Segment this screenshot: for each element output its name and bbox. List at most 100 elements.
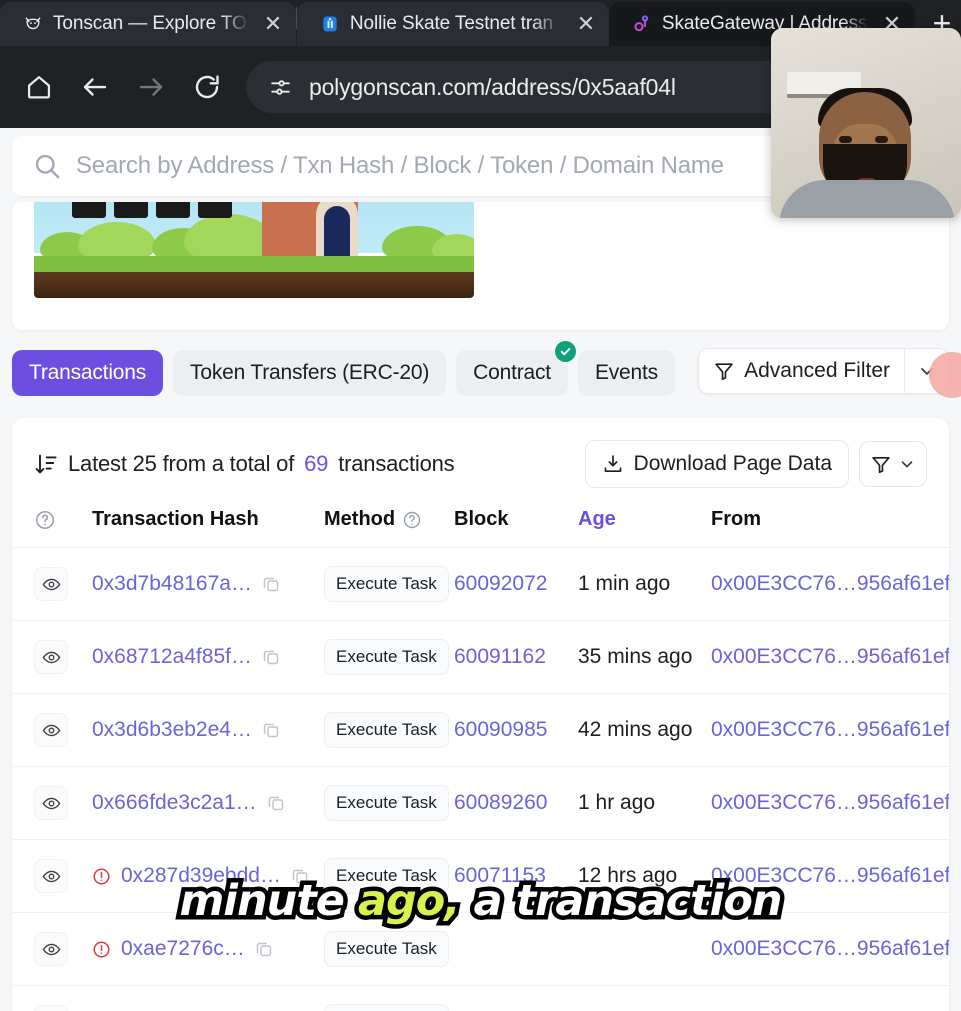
method-chip[interactable]: Execute Task [324,785,449,821]
copy-icon[interactable] [254,939,274,959]
method-chip[interactable]: Execute Task [324,858,449,894]
tab-contract[interactable]: Contract [456,341,576,396]
block-cell[interactable]: 60071153 [454,864,578,888]
from-cell: 0x00E3CC76…956af61ef [711,572,949,596]
advanced-filter-label: Advanced Filter [744,359,890,382]
method-cell: Execute Task [324,858,454,894]
eye-icon[interactable] [34,640,68,674]
age-cell: 42 mins ago [578,718,693,741]
method-chip[interactable]: Execute Task [324,566,449,602]
column-method[interactable]: Method [324,508,454,531]
table-row[interactable]: 0x287d39ebdd… Execute Task 60071153 12 hrs … [12,840,949,913]
table-row[interactable]: 0x68712a4f85f… Execute Task 60091162 35 min… [12,621,949,694]
transaction-hash-link[interactable]: 0x3d6b3eb2e4… [92,718,252,742]
table-row[interactable]: 0x3d7b48167a… Execute Task 60092072 1 min a… [12,548,949,621]
from-address-link[interactable]: 0x00E3CC76…956af61ef [711,645,949,669]
close-icon[interactable]: ✕ [571,9,601,39]
from-address-link[interactable]: 0x00E3CC76…956af61ef [711,937,949,961]
table-filter-button[interactable] [859,441,927,487]
warning-icon [92,867,112,886]
from-address-link[interactable]: 0x00E3CC76…956af61ef [711,791,949,815]
column-block[interactable]: Block [454,508,578,531]
home-icon[interactable] [14,62,64,112]
transaction-hash-link[interactable]: 0x3d7b48167a… [92,572,252,596]
block-cell[interactable]: 60089260 [454,791,578,815]
screen-root: Tonscan — Explore TON ✕ Nollie Skate Tes… [0,0,961,1011]
table-row[interactable]: 0x3d6b3eb2e4… Execute Task 60090985 42 mins… [12,694,949,767]
tab-token-transfers[interactable]: Token Transfers (ERC-20) [173,350,447,396]
copy-icon[interactable] [261,574,281,594]
copy-icon[interactable] [261,720,281,740]
advanced-filter-button[interactable]: Advanced Filter [699,349,904,393]
method-info-icon[interactable] [402,510,422,530]
eye-icon[interactable] [34,786,68,820]
from-cell: 0x00E3CC76…956af61ef [711,864,949,888]
transaction-hash-link[interactable]: 0x287d39ebdd… [121,864,281,888]
age-cell: 35 mins ago [578,645,693,668]
warning-icon [92,940,112,959]
block-cell[interactable]: 60090985 [454,718,578,742]
copy-icon[interactable] [266,793,286,813]
verified-check-icon [554,341,576,362]
site-settings-icon[interactable] [268,75,293,100]
block-cell[interactable]: 60091162 [454,645,578,669]
column-from[interactable]: From [711,508,927,531]
row-preview-cell [34,859,92,893]
sort-descending-icon[interactable] [34,452,58,476]
from-address-link[interactable]: 0x00E3CC76…956af61ef [711,572,949,596]
copy-icon[interactable] [261,647,281,667]
method-chip[interactable]: Execute Task [324,639,449,675]
transaction-hash-link[interactable]: 0x68712a4f85f… [92,645,252,669]
reload-icon[interactable] [182,62,232,112]
table-row[interactable]: 0xae900acfc74…Execute Task6007114312 hrs… [12,986,949,1011]
chevron-down-icon [898,455,916,473]
close-icon[interactable]: ✕ [258,9,288,39]
page-content: Search by Address / Txn Hash / Block / T… [0,128,961,1011]
table-row[interactable]: 0xae7276c… Execute Task 0x00E3CC76…956af61… [12,913,949,986]
transaction-hash-cell: 0x287d39ebdd… [92,864,324,888]
eye-icon[interactable] [34,932,68,966]
from-cell: 0x00E3CC76…956af61ef [711,718,949,742]
summary-prefix: Latest 25 from a total of [68,451,295,476]
eye-icon[interactable] [34,567,68,601]
eye-icon[interactable] [34,713,68,747]
download-icon [602,453,624,475]
column-info-icon[interactable] [34,509,92,531]
download-label: Download Page Data [633,452,832,475]
transaction-hash-cell: 0x3d6b3eb2e4… [92,718,324,742]
block-cell[interactable]: 60092072 [454,572,578,596]
table-row[interactable]: 0x666fde3c2a1… Execute Task 60089260 1 hr a… [12,767,949,840]
tab-transactions[interactable]: Transactions [12,350,164,396]
row-preview-cell [34,786,92,820]
back-arrow-icon[interactable] [70,62,120,112]
column-transaction-hash[interactable]: Transaction Hash [92,508,324,531]
transaction-hash-cell: 0x3d7b48167a… [92,572,324,596]
tab-events[interactable]: Events [577,350,675,396]
column-method-label: Method [324,508,396,530]
eye-icon[interactable] [34,859,68,893]
browser-tab-tonscan[interactable]: Tonscan — Explore TON ✕ [0,2,296,46]
eye-icon[interactable] [34,1005,68,1011]
browser-tab-nollie-skate[interactable]: Nollie Skate Testnet tran ✕ [296,2,609,46]
method-chip[interactable]: Execute Task [324,1004,449,1011]
transaction-hash-link[interactable]: 0xae7276c… [121,937,245,961]
table-actions: Download Page Data [584,440,927,488]
cat-icon [22,13,44,35]
copy-icon[interactable] [290,866,310,886]
tab-title: Tonscan — Explore TON [53,13,249,34]
transaction-hash-link[interactable]: 0x666fde3c2a1… [92,791,257,815]
transactions-table-card: Latest 25 from a total of 69 transaction… [12,418,949,1011]
from-address-link[interactable]: 0x00E3CC76…956af61ef [711,718,949,742]
method-chip[interactable]: Execute Task [324,931,449,967]
from-address-link[interactable]: 0x00E3CC76…956af61ef [711,864,949,888]
table-header-row: Transaction Hash Method Block Age From [12,508,949,548]
age-cell: 12 hrs ago [578,864,678,887]
method-chip[interactable]: Execute Task [324,712,449,748]
method-cell: Execute Task [324,931,454,967]
promo-banner-card[interactable] [12,202,949,330]
from-cell: 0x00E3CC76…956af61ef [711,937,949,961]
transaction-hash-cell: 0xae7276c… [92,937,324,961]
column-age[interactable]: Age [578,508,711,531]
search-input[interactable]: Search by Address / Txn Hash / Block / T… [76,152,724,180]
download-page-data-button[interactable]: Download Page Data [584,440,849,488]
